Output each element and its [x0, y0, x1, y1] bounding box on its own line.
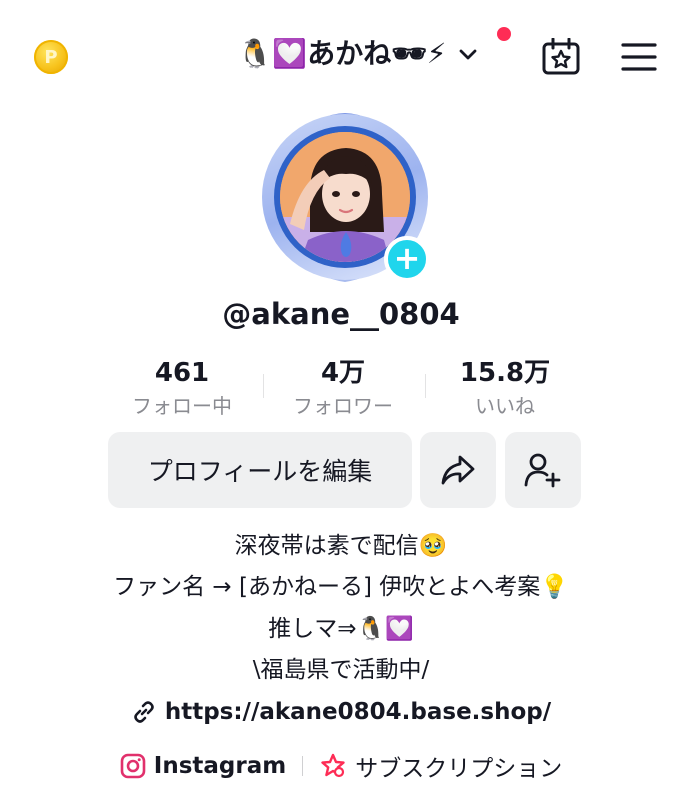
- subscription-link[interactable]: サブスクリプション: [319, 749, 562, 783]
- stat-followers[interactable]: 4万 フォロワー: [268, 356, 418, 422]
- username: @akane__0804: [222, 297, 460, 331]
- account-name: 🐧💟あかね🕶⚡: [237, 37, 447, 70]
- stat-followers-value: 4万: [320, 358, 366, 388]
- subscription-star-icon: [321, 753, 345, 778]
- share-arrow-icon: [441, 455, 475, 485]
- bio-line: 推しマ⇒🐧💟: [268, 616, 414, 642]
- add-user-icon: [524, 453, 561, 488]
- stat-following-value: 461: [154, 358, 210, 388]
- chevron-down-icon: [460, 49, 477, 60]
- add-avatar-button[interactable]: +: [384, 236, 430, 282]
- calendar-star-icon[interactable]: [541, 38, 581, 76]
- instagram-link[interactable]: Instagram: [120, 753, 286, 779]
- bio-link-url: https://akane0804.base.shop/: [164, 699, 552, 725]
- edit-profile-label: プロフィールを編集: [147, 457, 373, 486]
- stat-followers-label: フォロワー: [293, 394, 393, 418]
- bio-line: ファン名 → [あかねーる] 伊吹とよへ考案💡: [113, 574, 569, 600]
- stat-following-label: フォロー中: [132, 394, 232, 418]
- add-friend-button[interactable]: [505, 432, 581, 508]
- stat-divider: [263, 374, 264, 398]
- stat-likes-label: いいね: [475, 394, 535, 418]
- profile-links-row: Instagram サブスクリプション: [0, 746, 682, 786]
- subscription-label: サブスクリプション: [355, 756, 563, 782]
- stat-following[interactable]: 461 フォロー中: [107, 356, 257, 422]
- bio-line: 深夜帯は素で配信🥹: [234, 533, 448, 559]
- stat-likes-value: 15.8万: [459, 358, 551, 388]
- stat-divider: [425, 374, 426, 398]
- link-icon: [134, 701, 154, 723]
- notification-dot: [497, 27, 511, 41]
- edit-profile-button[interactable]: プロフィールを編集: [108, 432, 412, 508]
- instagram-icon: [120, 753, 146, 779]
- instagram-label: Instagram: [153, 753, 287, 779]
- stat-likes[interactable]: 15.8万 いいね: [430, 356, 580, 422]
- bio-line: \福島県で活動中/: [252, 657, 430, 683]
- link-separator: [302, 756, 304, 776]
- share-profile-button[interactable]: [420, 432, 496, 508]
- hamburger-menu-icon[interactable]: [621, 42, 657, 72]
- bio-link[interactable]: https://akane0804.base.shop/: [0, 692, 682, 738]
